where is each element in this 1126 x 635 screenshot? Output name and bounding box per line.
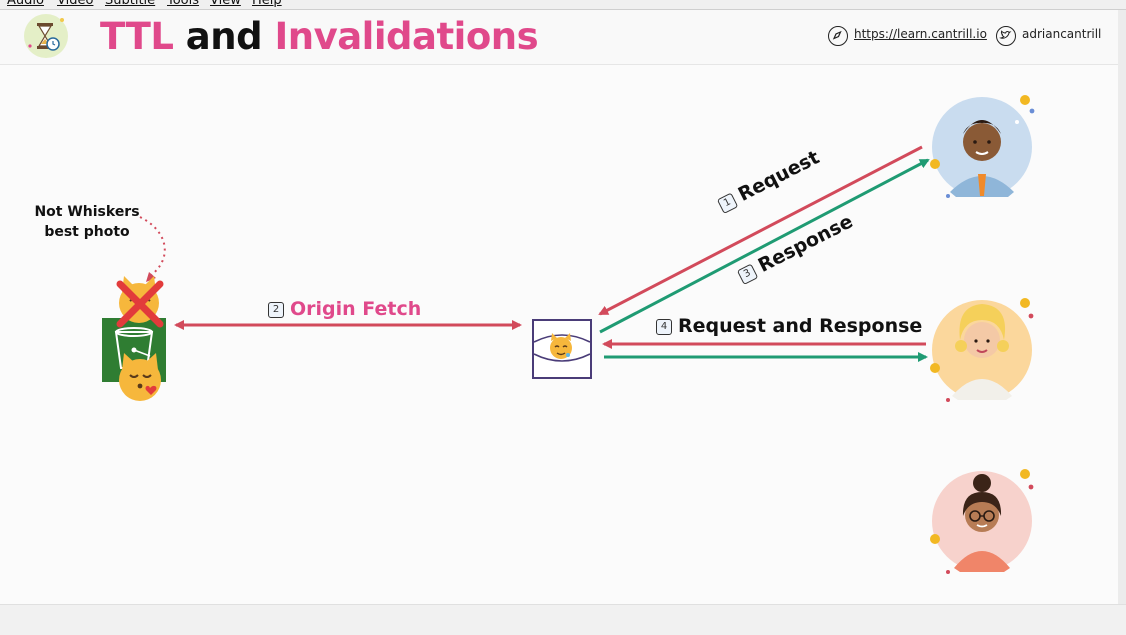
origin-fetch-text: Origin Fetch bbox=[290, 298, 422, 320]
vertical-scrollbar[interactable] bbox=[1118, 10, 1126, 604]
cloudfront-edge-icon bbox=[532, 319, 592, 379]
request-and-response-label: 4 Request and Response bbox=[656, 315, 922, 337]
origin-fetch-label: 2 Origin Fetch bbox=[268, 298, 421, 320]
user-avatar-woman-glasses bbox=[930, 469, 1034, 574]
note-label: Not Whiskers best photo bbox=[28, 202, 146, 242]
menu-help[interactable]: Help bbox=[252, 0, 282, 8]
bottom-bar bbox=[0, 604, 1126, 635]
diagram-canvas bbox=[102, 95, 1035, 574]
step-4-badge: 4 bbox=[656, 318, 672, 335]
slide: TTL and Invalidations https://learn.cant… bbox=[0, 10, 1118, 604]
kissing-cat-icon bbox=[119, 353, 161, 401]
user-avatar-woman-blonde bbox=[930, 298, 1034, 402]
menu-view[interactable]: View bbox=[210, 0, 241, 8]
note-line-2: best photo bbox=[44, 224, 130, 240]
menu-video[interactable]: Video bbox=[57, 0, 93, 8]
request-and-response-text: Request and Response bbox=[678, 315, 923, 337]
menu-bar: Audio Video Subtitle Tools View Help bbox=[0, 0, 1126, 10]
note-line-1: Not Whiskers bbox=[34, 204, 140, 220]
menu-tools[interactable]: Tools bbox=[167, 0, 199, 8]
menu-subtitle[interactable]: Subtitle bbox=[105, 0, 155, 8]
step-2-badge: 2 bbox=[268, 301, 284, 318]
menu-audio[interactable]: Audio bbox=[7, 0, 44, 8]
user-avatar-man bbox=[930, 95, 1035, 198]
